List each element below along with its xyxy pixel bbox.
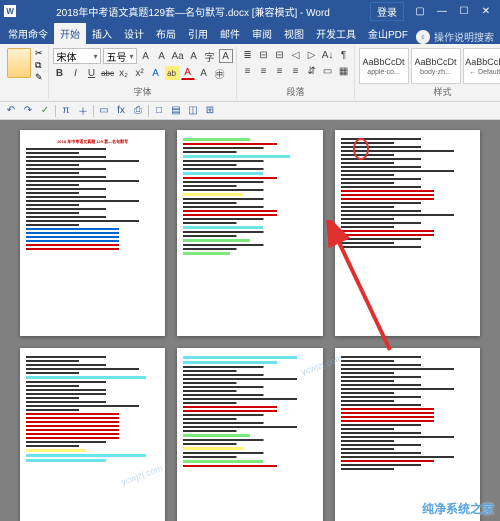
page-thumbnail[interactable]: [20, 348, 165, 521]
formula-button[interactable]: fx: [114, 104, 128, 118]
tab-references[interactable]: 引用: [182, 23, 214, 44]
login-button[interactable]: 登录: [370, 2, 404, 21]
close-icon[interactable]: ✕: [476, 3, 496, 19]
group-clipboard: ✂ ⧉ ✎: [4, 46, 49, 99]
ruler-button[interactable]: ▭: [97, 104, 111, 118]
bullets-button[interactable]: ≣: [241, 48, 255, 62]
tab-layout[interactable]: 布局: [150, 23, 182, 44]
align-left-button[interactable]: ≡: [241, 64, 255, 78]
page-thumbnails: 2018 年中考语文真题 129 套—名句默写: [20, 130, 480, 521]
superscript-button[interactable]: x²: [133, 66, 147, 80]
group-label: 样式: [434, 85, 452, 99]
font-size-combo[interactable]: 五号: [103, 48, 137, 64]
minimize-icon[interactable]: ―: [432, 3, 452, 19]
change-case-button[interactable]: Aa: [171, 49, 185, 63]
paste-button[interactable]: [7, 48, 31, 78]
enclose-char-button[interactable]: ㊥: [213, 66, 227, 80]
subscript-button[interactable]: x₂: [117, 66, 131, 80]
separator: [55, 105, 56, 117]
tab-jspdf[interactable]: 金山PDF: [362, 23, 414, 44]
lightbulb-icon: ♀: [416, 30, 430, 44]
group-paragraph: ≣ ⊟ ⊟ ◁ ▷ A↓ ¶ ≡ ≡ ≡ ≡ ⇵ ▭ ▦: [238, 46, 355, 99]
underline-button[interactable]: U: [85, 66, 99, 80]
multilevel-button[interactable]: ⊟: [273, 48, 287, 62]
shading-button[interactable]: ▭: [321, 64, 335, 78]
qa-btn-4[interactable]: ⊞: [203, 104, 217, 118]
print-button[interactable]: ⎙: [131, 104, 145, 118]
text-effects-button[interactable]: A: [149, 66, 163, 80]
bold-button[interactable]: B: [53, 66, 67, 80]
quick-access-toolbar: ↶ ↷ ✓ π ＋ ▭ fx ⎙ □ ▤ ◫ ⊞: [0, 102, 500, 120]
cut-button[interactable]: ✂: [33, 48, 45, 59]
indent-right-button[interactable]: ▷: [305, 48, 319, 62]
line-spacing-button[interactable]: ⇵: [305, 64, 319, 78]
tab-insert[interactable]: 插入: [86, 23, 118, 44]
style-item[interactable]: AaBbCcDd ← Default...: [463, 48, 500, 84]
highlight-button[interactable]: ab: [165, 66, 179, 80]
pi-button[interactable]: π: [59, 104, 73, 118]
tab-common[interactable]: 常用命令: [2, 23, 54, 44]
tab-design[interactable]: 设计: [118, 23, 150, 44]
group-label: 字体: [134, 85, 152, 99]
document-canvas[interactable]: 2018 年中考语文真题 129 套—名句默写: [0, 120, 500, 521]
sort-button[interactable]: A↓: [321, 48, 335, 62]
format-painter-button[interactable]: ✎: [33, 72, 45, 83]
tab-mailings[interactable]: 邮件: [214, 23, 246, 44]
style-item[interactable]: AaBbCcDt body-zh...: [411, 48, 461, 84]
font-name-combo[interactable]: 宋体: [53, 48, 101, 64]
page-thumbnail[interactable]: [177, 348, 322, 521]
qa-btn-2[interactable]: ▤: [169, 104, 183, 118]
align-right-button[interactable]: ≡: [273, 64, 287, 78]
borders-button[interactable]: ▦: [337, 64, 351, 78]
app-icon: W: [4, 5, 16, 17]
brush-icon: ✎: [35, 72, 43, 83]
tab-home[interactable]: 开始: [54, 23, 86, 44]
indent-left-button[interactable]: ◁: [289, 48, 303, 62]
italic-button[interactable]: I: [69, 66, 83, 80]
grow-font-button[interactable]: A: [139, 49, 153, 63]
separator: [93, 105, 94, 117]
qa-btn-1[interactable]: □: [152, 104, 166, 118]
font-color-button[interactable]: A: [181, 66, 195, 80]
copy-button[interactable]: ⧉: [33, 60, 45, 71]
shrink-font-button[interactable]: A: [155, 49, 169, 63]
align-justify-button[interactable]: ≡: [289, 64, 303, 78]
copy-icon: ⧉: [35, 60, 41, 71]
page-thumbnail[interactable]: [335, 130, 480, 336]
maximize-icon[interactable]: ☐: [454, 3, 474, 19]
char-border-button[interactable]: A: [219, 49, 233, 63]
redo-button[interactable]: ↷: [21, 104, 35, 118]
plus-button[interactable]: ＋: [76, 104, 90, 118]
window-controls: ▢ ― ☐ ✕: [410, 3, 496, 19]
page-thumbnail[interactable]: 2018 年中考语文真题 129 套—名句默写: [20, 130, 165, 336]
ribbon-tabs: 常用命令 开始 插入 设计 布局 引用 邮件 审阅 视图 开发工具 金山PDF …: [0, 22, 500, 44]
separator: [148, 105, 149, 117]
char-shading-button[interactable]: A: [197, 66, 211, 80]
group-label: 段落: [287, 85, 305, 99]
tab-devtools[interactable]: 开发工具: [310, 23, 362, 44]
strike-button[interactable]: abc: [101, 66, 115, 80]
qa-btn-3[interactable]: ◫: [186, 104, 200, 118]
phonetic-button[interactable]: 字: [203, 49, 217, 63]
tab-review[interactable]: 审阅: [246, 23, 278, 44]
save-button[interactable]: ✓: [38, 104, 52, 118]
group-styles: AaBbCcDt apple-co... AaBbCcDt body-zh...…: [356, 46, 500, 99]
style-item[interactable]: AaBbCcDt apple-co...: [359, 48, 409, 84]
scissors-icon: ✂: [35, 48, 43, 59]
document-title: 2018年中考语文真题129套—名句默写.docx [兼容模式] - Word: [16, 4, 370, 19]
group-font: 宋体 五号 A A Aa A 字 A B I U abc x₂ x² A: [50, 46, 237, 99]
page-thumbnail[interactable]: [177, 130, 322, 336]
tell-me-search[interactable]: 操作说明搜索: [434, 29, 494, 44]
numbering-button[interactable]: ⊟: [257, 48, 271, 62]
page-thumbnail[interactable]: [335, 348, 480, 521]
align-center-button[interactable]: ≡: [257, 64, 271, 78]
undo-button[interactable]: ↶: [4, 104, 18, 118]
tab-view[interactable]: 视图: [278, 23, 310, 44]
clear-format-button[interactable]: A: [187, 49, 201, 63]
title-bar: W 2018年中考语文真题129套—名句默写.docx [兼容模式] - Wor…: [0, 0, 500, 22]
watermark-main: 纯净系统之家: [422, 500, 494, 517]
ribbon: ✂ ⧉ ✎ 宋体 五号 A A Aa A 字 A B: [0, 44, 500, 102]
show-hide-button[interactable]: ¶: [337, 48, 351, 62]
ribbon-options-icon[interactable]: ▢: [410, 3, 430, 19]
